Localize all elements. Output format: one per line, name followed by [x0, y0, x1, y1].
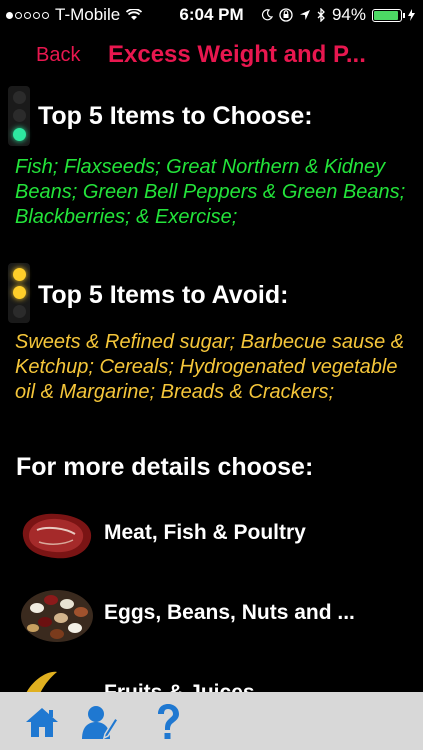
status-bar: T-Mobile 6:04 PM 94%	[0, 0, 423, 30]
battery-percent: 94%	[331, 5, 366, 24]
category-label: Eggs, Beans, Nuts and ...	[104, 601, 355, 624]
tab-home[interactable]	[22, 702, 62, 742]
avoid-title: Top 5 Items to Avoid:	[38, 281, 289, 309]
tab-bar	[0, 692, 423, 750]
category-label: Meat, Fish & Poultry	[104, 521, 306, 544]
bluetooth-icon	[317, 8, 325, 22]
back-button[interactable]: Back	[36, 44, 80, 67]
status-right: 94%	[261, 5, 415, 25]
question-icon	[158, 704, 179, 739]
battery-icon	[372, 8, 405, 22]
navigation-bar: Back Excess Weight and P...	[0, 30, 423, 82]
location-icon	[299, 10, 310, 20]
rotation-lock-icon	[279, 8, 293, 22]
details-title: For more details choose:	[16, 453, 314, 481]
user-edit-icon	[82, 706, 119, 740]
beans-icon	[21, 590, 93, 642]
choose-items-text: Fish; Flaxseeds; Great Northern & Kidney…	[15, 156, 406, 228]
traffic-light-green-icon	[8, 86, 30, 146]
page-title: Excess Weight and P...	[108, 41, 366, 68]
category-row-meat[interactable]: Meat, Fish & Poultry	[0, 496, 423, 576]
home-icon	[26, 708, 58, 737]
tab-profile[interactable]	[80, 702, 120, 742]
steak-icon	[22, 513, 92, 559]
traffic-light-yellow-icon	[8, 263, 30, 323]
content-scroll-area[interactable]: Top 5 Items to Choose: Fish; Flaxseeds; …	[0, 82, 423, 692]
choose-title: Top 5 Items to Choose:	[38, 102, 313, 130]
category-row-fruits[interactable]: Fruits & Juices	[0, 656, 423, 692]
moon-icon	[261, 9, 273, 21]
banana-icon	[26, 671, 57, 692]
category-label: Fruits & Juices	[104, 681, 255, 692]
avoid-items-text: Sweets & Refined sugar; Barbecue sause &…	[15, 331, 405, 403]
category-row-eggs-beans[interactable]: Eggs, Beans, Nuts and ...	[0, 576, 423, 656]
charging-bolt-icon	[408, 9, 415, 21]
tab-help[interactable]	[148, 702, 188, 742]
